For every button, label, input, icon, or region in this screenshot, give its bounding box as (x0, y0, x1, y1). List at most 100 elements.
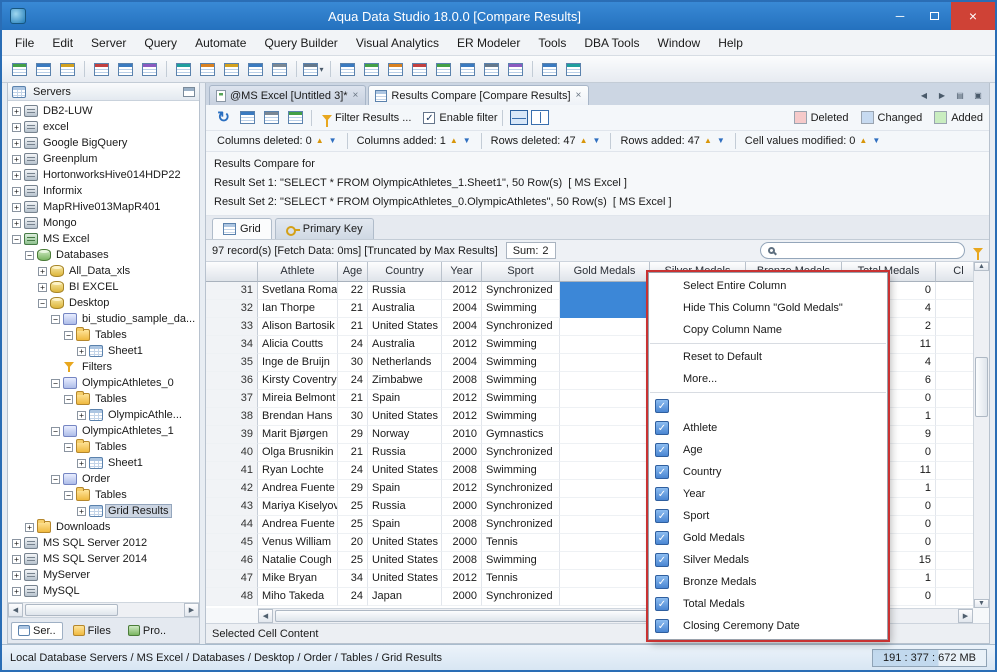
grid-cell[interactable]: Tennis (482, 534, 560, 552)
grid-cell[interactable] (936, 462, 973, 480)
menu-item-reset-to-default[interactable]: Reset to Default (649, 346, 887, 368)
grid-cell[interactable] (560, 300, 650, 318)
grid-cell[interactable]: 2004 (442, 354, 482, 372)
sidebar-hscroll-track[interactable] (23, 603, 184, 617)
tree-item-tables[interactable]: − Tables (8, 439, 199, 455)
tree-item-greenplum[interactable]: + Greenplum (8, 151, 199, 167)
column-header-row-number[interactable] (206, 262, 258, 282)
grid-cell[interactable] (560, 552, 650, 570)
column-header-year[interactable]: Year (442, 262, 482, 282)
tab-ms-excel-untitled-3[interactable]: @MS Excel [Untitled 3]* × (209, 85, 367, 105)
prev-cell-values-modified-icon[interactable]: ▲ (858, 137, 868, 145)
tree-expander-icon[interactable]: + (38, 282, 47, 292)
grid-cell[interactable]: Swimming (482, 390, 560, 408)
menu-item-query-builder[interactable]: Query Builder (255, 32, 346, 54)
grid-cell[interactable]: Alison Bartosik (258, 318, 338, 336)
tree-expander-icon[interactable]: + (12, 138, 21, 148)
prev-rows-deleted-icon[interactable]: ▲ (579, 137, 589, 145)
next-columns-added-icon[interactable]: ▼ (462, 137, 472, 145)
next-cell-values-modified-icon[interactable]: ▼ (871, 137, 881, 145)
grid-cell[interactable]: Mireia Belmont (258, 390, 338, 408)
query-builder-icon[interactable] (114, 59, 137, 80)
next-rows-deleted-icon[interactable]: ▼ (592, 137, 602, 145)
tree-expander-icon[interactable]: + (12, 170, 21, 180)
tree-expander-icon[interactable]: + (38, 266, 47, 276)
grid-cell[interactable]: Venus William (258, 534, 338, 552)
scroll-up-icon[interactable]: ▲ (974, 262, 989, 271)
grid-cell[interactable]: 41 (206, 462, 258, 480)
panel-tab-pro[interactable]: Pro.. (121, 622, 173, 640)
scroll-right-icon[interactable]: ▶ (958, 609, 973, 623)
grid-cell[interactable]: Japan (368, 588, 442, 606)
grid-cell[interactable]: 2008 (442, 372, 482, 390)
grid-cell[interactable]: 2004 (442, 318, 482, 336)
sidebar-hscrollbar[interactable]: ◀ ▶ (8, 602, 199, 617)
menu-item-visual-analytics[interactable]: Visual Analytics (347, 32, 448, 54)
grid-cell[interactable]: Ryan Lochte (258, 462, 338, 480)
visual-analytics-icon[interactable] (172, 59, 195, 80)
grid-cell[interactable]: 38 (206, 408, 258, 426)
grid-vscroll-track[interactable] (974, 271, 989, 599)
grid-cell[interactable]: Olga Brusnikin (258, 444, 338, 462)
grid-cell[interactable]: Zimbabwe (368, 372, 442, 390)
tree-expander-icon[interactable]: + (12, 570, 21, 580)
grid-cell[interactable]: 2012 (442, 390, 482, 408)
grid-cell[interactable]: Synchronized (482, 480, 560, 498)
column-header-sport[interactable]: Sport (482, 262, 560, 282)
tree-expander-icon[interactable]: + (77, 346, 86, 356)
grid-cell[interactable]: Mike Bryan (258, 570, 338, 588)
memory-indicator[interactable]: 191 : 377 : 672 MB (872, 648, 987, 667)
tree-item-myserver[interactable]: + MyServer (8, 567, 199, 583)
split-horizontal-icon[interactable] (509, 110, 528, 125)
tree-item-all-data-xls[interactable]: + All_Data_xls (8, 263, 199, 279)
grid-cell[interactable]: Synchronized (482, 318, 560, 336)
grid-cell[interactable]: Swimming (482, 300, 560, 318)
scroll-right-icon[interactable]: ▶ (184, 603, 199, 617)
prev-columns-added-icon[interactable]: ▲ (449, 137, 459, 145)
maximize-button[interactable] (917, 2, 951, 30)
grid-cell[interactable]: Norway (368, 426, 442, 444)
column-header-country[interactable]: Country (368, 262, 442, 282)
grid-cell[interactable]: Swimming (482, 372, 560, 390)
grid-cell[interactable]: Alicia Coutts (258, 336, 338, 354)
tree-item-grid-results[interactable]: + Grid Results (8, 503, 199, 519)
grid-cell[interactable]: Natalie Cough (258, 552, 338, 570)
grid-cell[interactable]: Kirsty Coventry (258, 372, 338, 390)
grid-cell[interactable]: 24 (338, 372, 368, 390)
grid-cell[interactable]: Spain (368, 480, 442, 498)
tab-close-icon[interactable]: × (575, 90, 583, 101)
grid-cell[interactable]: 44 (206, 516, 258, 534)
grid-hscroll-thumb[interactable] (275, 610, 700, 622)
form-view-icon[interactable] (384, 59, 407, 80)
grid-vscrollbar[interactable]: ▲ ▼ (973, 262, 989, 608)
grid-cell[interactable]: 21 (338, 318, 368, 336)
tree-item-ms-excel[interactable]: − MS Excel (8, 231, 199, 247)
tree-expander-icon[interactable]: + (12, 586, 21, 596)
tree-item-hortonworkshive014hdp22[interactable]: + HortonworksHive014HDP22 (8, 167, 199, 183)
menu-item-hide-this-column-gold-medals[interactable]: Hide This Column "Gold Medals" (649, 297, 887, 319)
grid-cell[interactable]: 36 (206, 372, 258, 390)
menu-item-copy-column-name[interactable]: Copy Column Name (649, 319, 887, 341)
grid-cell[interactable]: 45 (206, 534, 258, 552)
grid-cell[interactable]: 2004 (442, 300, 482, 318)
grid-cell[interactable] (936, 444, 973, 462)
grid-cell[interactable]: Synchronized (482, 516, 560, 534)
grid-cell[interactable]: Russia (368, 282, 442, 300)
tree-item-downloads[interactable]: + Downloads (8, 519, 199, 535)
grid-cell[interactable]: 24 (338, 336, 368, 354)
scroll-down-icon[interactable]: ▼ (974, 599, 989, 608)
menu-item-automate[interactable]: Automate (186, 32, 255, 54)
menu-check-row-header-column[interactable]: ✓ (649, 395, 887, 417)
tree-expander-icon[interactable]: + (12, 154, 21, 164)
grid-cell[interactable]: 33 (206, 318, 258, 336)
tree-expander-icon[interactable]: + (12, 538, 21, 548)
grid-cell[interactable]: Tennis (482, 570, 560, 588)
grid-cell[interactable]: 29 (338, 480, 368, 498)
connect-server-icon[interactable] (32, 59, 55, 80)
grid-cell[interactable] (560, 444, 650, 462)
grid-cell[interactable] (560, 462, 650, 480)
tree-item-tables[interactable]: − Tables (8, 391, 199, 407)
tree-item-olympicathle[interactable]: + OlympicAthle... (8, 407, 199, 423)
tab-close-icon[interactable]: × (352, 90, 360, 101)
menu-check-age[interactable]: ✓ Age (649, 439, 887, 461)
